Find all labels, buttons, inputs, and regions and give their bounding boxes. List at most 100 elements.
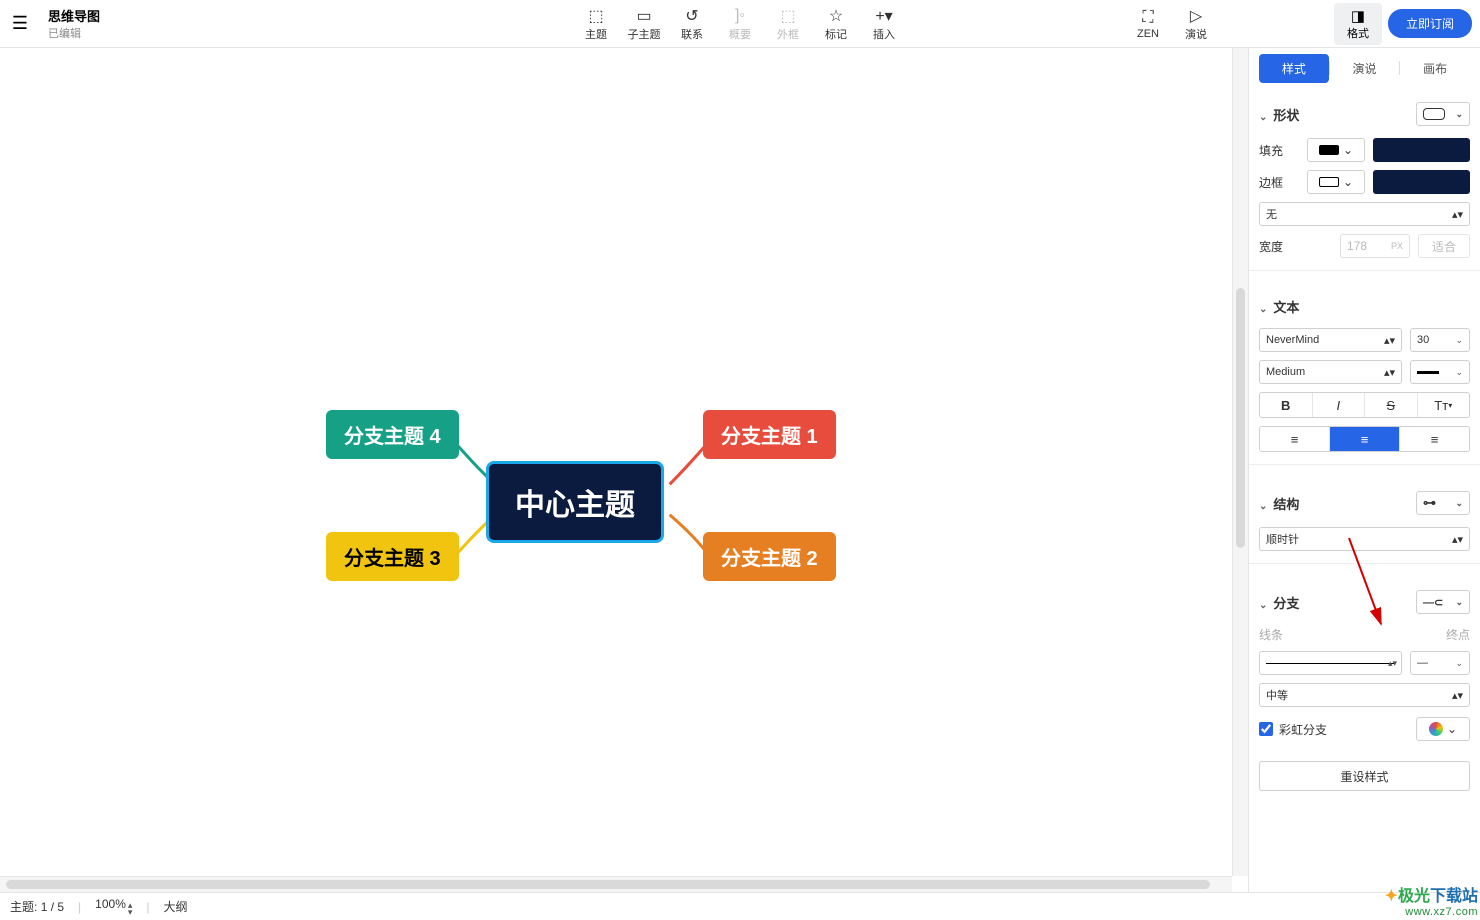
font-weight-dropdown[interactable]: Medium▴▾ (1259, 360, 1402, 384)
spinner-icon: ▴▾ (1388, 660, 1397, 667)
format-icon: ◨ (1351, 7, 1365, 25)
main-area: 中心主题 分支主题 1 分支主题 2 分支主题 3 分支主题 4 样式 演说 画… (0, 48, 1480, 892)
border-color-block[interactable] (1373, 170, 1470, 194)
border-swatch-dropdown[interactable]: ⌄ (1307, 170, 1365, 194)
summary-icon: ]◦ (735, 6, 745, 26)
branch-node-4[interactable]: 分支主题 4 (326, 410, 459, 459)
rainbow-color-dropdown[interactable]: ⌄ (1416, 717, 1470, 741)
align-right-icon: ≡ (1431, 432, 1439, 447)
horizontal-scrollbar[interactable] (0, 876, 1232, 892)
canvas-inner: 中心主题 分支主题 1 分支主题 2 分支主题 3 分支主题 4 (0, 48, 1248, 892)
italic-button[interactable]: I (1313, 393, 1366, 417)
tab-style[interactable]: 样式 (1259, 54, 1329, 83)
text-style-segment: B I S Tᴛ▾ (1259, 392, 1470, 418)
shape-dropdown[interactable]: ⌄ (1416, 102, 1470, 126)
endpoint-icon: — (1417, 657, 1428, 669)
branch-style-dropdown[interactable]: ―⊂⌄ (1416, 590, 1470, 614)
subtopic-icon: ▭ (636, 6, 651, 26)
horizontal-scrollbar-thumb[interactable] (6, 880, 1210, 889)
strike-button[interactable]: S (1365, 393, 1418, 417)
text-align-segment: ≡ ≡ ≡ (1259, 426, 1470, 452)
document-status: 已编辑 (48, 25, 100, 41)
toolbar-right: ⛶ZEN ▷演说 (1124, 2, 1220, 46)
section-shape: ⌄形状 ⌄ 填充 ⌄ 边框 ⌄ 无▴▾ 宽度 178PX 适合 (1259, 98, 1470, 258)
fill-color-block[interactable] (1373, 138, 1470, 162)
line-style-dropdown[interactable]: ▴▾ (1259, 651, 1402, 675)
relation-button[interactable]: ↺联系 (668, 2, 716, 46)
branch-node-2[interactable]: 分支主题 2 (703, 532, 836, 581)
format-panel-button[interactable]: ◨格式 (1334, 3, 1382, 45)
boundary-button: ⬚外框 (764, 2, 812, 46)
section-text-header[interactable]: ⌄文本 (1259, 293, 1470, 320)
font-color-dropdown[interactable]: ⌄ (1410, 360, 1470, 384)
chevron-down-icon: ⌄ (1455, 109, 1463, 120)
pitch-icon: ▷ (1190, 6, 1202, 26)
rainbow-branch-checkbox[interactable] (1259, 722, 1273, 736)
branch-node-3[interactable]: 分支主题 3 (326, 532, 459, 581)
canvas[interactable]: 中心主题 分支主题 1 分支主题 2 分支主题 3 分支主题 4 (0, 48, 1248, 892)
summary-button: ]◦概要 (716, 2, 764, 46)
chevron-down-icon: ⌄ (1455, 335, 1463, 346)
panel-tabs: 样式 演说 画布 (1259, 48, 1470, 88)
relation-icon: ↺ (685, 6, 698, 26)
chevron-down-icon: ⌄ (1343, 175, 1353, 189)
fill-swatch-dropdown[interactable]: ⌄ (1307, 138, 1365, 162)
branch-node-1[interactable]: 分支主题 1 (703, 410, 836, 459)
document-title: 思维导图 (48, 6, 100, 25)
zen-button[interactable]: ⛶ZEN (1124, 2, 1172, 46)
align-center-icon: ≡ (1361, 432, 1369, 447)
line-thickness-dropdown[interactable]: 中等▴▾ (1259, 683, 1470, 707)
structure-icon: ⊶ (1423, 495, 1436, 511)
textcase-button[interactable]: Tᴛ▾ (1418, 393, 1470, 417)
rounded-rect-icon (1423, 108, 1445, 120)
rainbow-branch-label: 彩虹分支 (1279, 721, 1327, 738)
divider (1249, 270, 1480, 271)
chevron-down-icon: ⌄ (1259, 112, 1267, 123)
subscribe-button[interactable]: 立即订阅 (1388, 9, 1472, 38)
section-structure: ⌄结构 ⊶⌄ 顺时针▴▾ (1259, 487, 1470, 551)
center-topic-node[interactable]: 中心主题 (486, 461, 664, 543)
marker-icon: ☆ (829, 6, 843, 26)
insert-button[interactable]: +▾插入 (860, 2, 908, 46)
endpoint-label: 终点 (1446, 626, 1470, 643)
structure-direction-dropdown[interactable]: 顺时针▴▾ (1259, 527, 1470, 551)
font-color-icon (1417, 371, 1439, 374)
document-title-block: 思维导图 已编辑 (48, 6, 100, 41)
font-family-dropdown[interactable]: NeverMind▴▾ (1259, 328, 1402, 352)
menu-icon[interactable]: ☰ (0, 13, 40, 34)
status-separator: | (146, 900, 149, 914)
endpoint-dropdown[interactable]: —⌄ (1410, 651, 1470, 675)
tab-canvas[interactable]: 画布 (1400, 54, 1470, 83)
section-shape-header[interactable]: ⌄形状 ⌄ (1259, 98, 1470, 130)
topic-icon: ⬚ (588, 6, 603, 26)
marker-button[interactable]: ☆标记 (812, 2, 860, 46)
bold-button[interactable]: B (1260, 393, 1313, 417)
structure-type-dropdown[interactable]: ⊶⌄ (1416, 491, 1470, 515)
subtopic-button[interactable]: ▭子主题 (620, 2, 668, 46)
chevron-down-icon: ⌄ (1259, 501, 1267, 512)
pitch-button[interactable]: ▷演说 (1172, 2, 1220, 46)
toolbar-far-right: ◨格式 立即订阅 (1334, 3, 1472, 45)
vertical-scrollbar-thumb[interactable] (1236, 288, 1245, 548)
insert-icon: +▾ (875, 6, 892, 26)
chevron-down-icon: ⌄ (1259, 600, 1267, 611)
topic-button[interactable]: ⬚主题 (572, 2, 620, 46)
section-structure-header[interactable]: ⌄结构 ⊶⌄ (1259, 487, 1470, 519)
chevron-down-icon: ⌄ (1447, 722, 1457, 736)
width-input[interactable]: 178PX (1340, 234, 1410, 258)
font-size-dropdown[interactable]: 30⌄ (1410, 328, 1470, 352)
outline-button[interactable]: 大纲 (164, 898, 188, 915)
section-branch-header[interactable]: ⌄分支 ―⊂⌄ (1259, 586, 1470, 618)
align-right-button[interactable]: ≡ (1400, 427, 1469, 451)
border-swatch-icon (1319, 177, 1339, 187)
border-style-dropdown[interactable]: 无▴▾ (1259, 202, 1470, 226)
tab-pitch[interactable]: 演说 (1330, 54, 1400, 83)
zoom-control[interactable]: 100%▴▾ (95, 897, 132, 916)
align-left-button[interactable]: ≡ (1260, 427, 1330, 451)
chevron-down-icon: ⌄ (1343, 143, 1353, 157)
reset-style-button[interactable]: 重设样式 (1259, 761, 1470, 791)
vertical-scrollbar[interactable] (1232, 48, 1248, 876)
line-label: 线条 (1259, 626, 1299, 643)
align-center-button[interactable]: ≡ (1330, 427, 1400, 451)
spinner-icon: ▴▾ (1452, 208, 1463, 221)
